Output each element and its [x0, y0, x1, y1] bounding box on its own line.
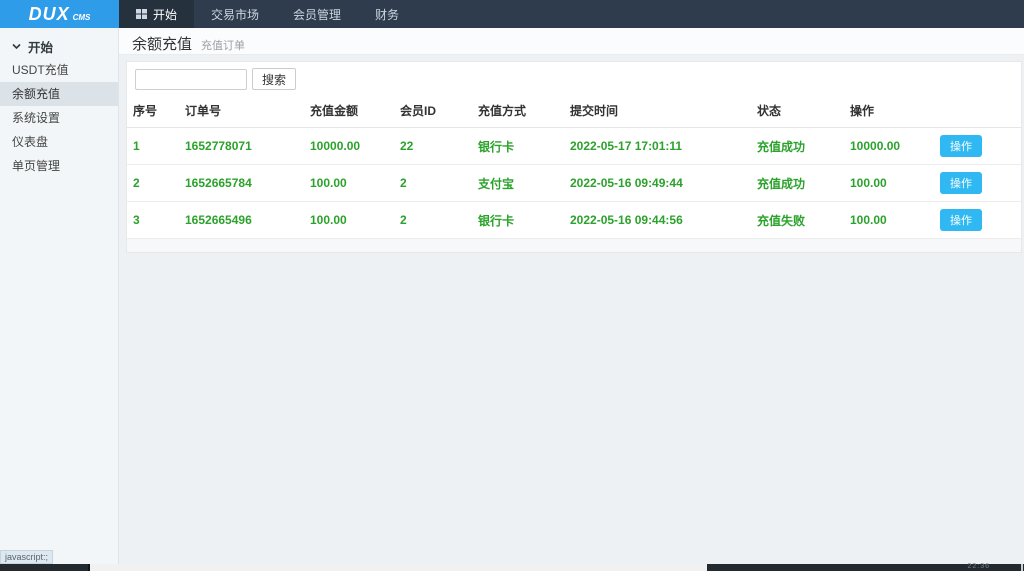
sidebar-item-label: USDT充值	[12, 63, 69, 77]
cell-index: 3	[127, 202, 179, 239]
nav-item-start[interactable]: 开始	[119, 0, 194, 28]
cell-actions: 操作	[934, 202, 1021, 239]
search-row: 搜索	[127, 62, 1021, 95]
table-footer-strip	[127, 239, 1021, 252]
main-layout: 开始 USDT充值 余额充值 系统设置 仪表盘 单页管理 余额充值 充值订单	[0, 28, 1024, 571]
table-row: 2 1652665784 100.00 2 支付宝 2022-05-16 09:…	[127, 165, 1021, 202]
col-header-status: 状态	[751, 95, 844, 128]
nav-item-finance[interactable]: 财务	[358, 0, 416, 28]
sidebar-group-start[interactable]: 开始	[0, 34, 118, 58]
col-header-operation: 操作	[844, 95, 934, 128]
col-header-actions	[934, 95, 1021, 128]
cell-status: 充值成功	[751, 165, 844, 202]
page-subtitle: 充值订单	[201, 37, 245, 53]
orders-panel: 搜索 序号 订单号 充值金额 会员ID 充值方式	[126, 61, 1022, 253]
col-header-amount: 充值金额	[304, 95, 394, 128]
search-button[interactable]: 搜索	[252, 68, 296, 90]
cell-status: 充值成功	[751, 128, 844, 165]
cell-submitted-at: 2022-05-17 17:01:11	[564, 128, 751, 165]
sidebar: 开始 USDT充值 余额充值 系统设置 仪表盘 单页管理	[0, 28, 119, 571]
cell-member-id: 2	[394, 202, 472, 239]
sidebar-item-balance-recharge[interactable]: 余额充值	[0, 82, 118, 106]
cell-actions: 操作	[934, 165, 1021, 202]
orders-table: 序号 订单号 充值金额 会员ID 充值方式 提交时间 状态 操作	[127, 95, 1021, 239]
col-header-order-no: 订单号	[179, 95, 304, 128]
sidebar-item-label: 仪表盘	[12, 135, 48, 149]
cell-submitted-at: 2022-05-16 09:44:56	[564, 202, 751, 239]
logo[interactable]: DUX CMS	[0, 0, 119, 28]
breadcrumb: 余额充值 充值订单	[119, 28, 1024, 55]
nav-item-label: 财务	[375, 6, 399, 23]
nav-item-label: 开始	[153, 6, 177, 23]
main-area: 余额充值 充值订单 搜索 序号	[119, 28, 1024, 571]
link-status-tooltip: javascript:;	[0, 550, 53, 564]
nav-item-label: 会员管理	[293, 6, 341, 23]
page-title: 余额充值	[132, 28, 192, 54]
nav-item-label: 交易市场	[211, 6, 259, 23]
sidebar-item-label: 系统设置	[12, 111, 60, 125]
grid-icon	[136, 9, 147, 19]
cell-method: 银行卡	[472, 202, 564, 239]
sidebar-item-label: 单页管理	[12, 159, 60, 173]
taskbar-active-window-segment[interactable]	[88, 564, 707, 571]
cell-amount: 10000.00	[304, 128, 394, 165]
content-area: 搜索 序号 订单号 充值金额 会员ID 充值方式	[119, 55, 1024, 571]
taskbar-edge-sliver	[1021, 564, 1023, 571]
cell-member-id: 22	[394, 128, 472, 165]
cell-status: 充值失败	[751, 202, 844, 239]
taskbar[interactable]: 22:36	[0, 564, 1024, 571]
cell-index: 1	[127, 128, 179, 165]
cell-amount: 100.00	[304, 165, 394, 202]
table-header-row: 序号 订单号 充值金额 会员ID 充值方式 提交时间 状态 操作	[127, 95, 1021, 128]
row-action-button[interactable]: 操作	[940, 209, 982, 231]
col-header-submitted-at: 提交时间	[564, 95, 751, 128]
sidebar-item-usdt-recharge[interactable]: USDT充值	[0, 58, 118, 82]
top-nav: 开始 交易市场 会员管理 财务	[119, 0, 1024, 28]
sidebar-item-single-page[interactable]: 单页管理	[0, 154, 118, 178]
cell-order-no: 1652665496	[179, 202, 304, 239]
row-action-button[interactable]: 操作	[940, 135, 982, 157]
top-bar: DUX CMS 开始 交易市场 会员管理 财务	[0, 0, 1024, 28]
logo-suffix-text: CMS	[73, 13, 91, 22]
cell-member-id: 2	[394, 165, 472, 202]
cell-method: 支付宝	[472, 165, 564, 202]
cell-amount: 100.00	[304, 202, 394, 239]
cell-submitted-at: 2022-05-16 09:49:44	[564, 165, 751, 202]
col-header-method: 充值方式	[472, 95, 564, 128]
sidebar-item-system-settings[interactable]: 系统设置	[0, 106, 118, 130]
col-header-index: 序号	[127, 95, 179, 128]
nav-item-members[interactable]: 会员管理	[276, 0, 358, 28]
cell-op-amount: 100.00	[844, 165, 934, 202]
table-row: 1 1652778071 10000.00 22 银行卡 2022-05-17 …	[127, 128, 1021, 165]
chevron-down-icon	[12, 43, 21, 50]
cell-order-no: 1652665784	[179, 165, 304, 202]
logo-brand-text: DUX	[29, 4, 70, 25]
cell-op-amount: 10000.00	[844, 128, 934, 165]
col-header-member-id: 会员ID	[394, 95, 472, 128]
row-action-button[interactable]: 操作	[940, 172, 982, 194]
sidebar-item-dashboard[interactable]: 仪表盘	[0, 130, 118, 154]
cell-method: 银行卡	[472, 128, 564, 165]
search-input[interactable]	[135, 69, 247, 90]
cell-index: 2	[127, 165, 179, 202]
cell-order-no: 1652778071	[179, 128, 304, 165]
nav-item-market[interactable]: 交易市场	[194, 0, 276, 28]
cell-actions: 操作	[934, 128, 1021, 165]
sidebar-item-label: 余额充值	[12, 87, 60, 101]
cell-op-amount: 100.00	[844, 202, 934, 239]
taskbar-clock: 22:36	[967, 563, 990, 571]
sidebar-group-label: 开始	[28, 37, 53, 56]
table-row: 3 1652665496 100.00 2 银行卡 2022-05-16 09:…	[127, 202, 1021, 239]
